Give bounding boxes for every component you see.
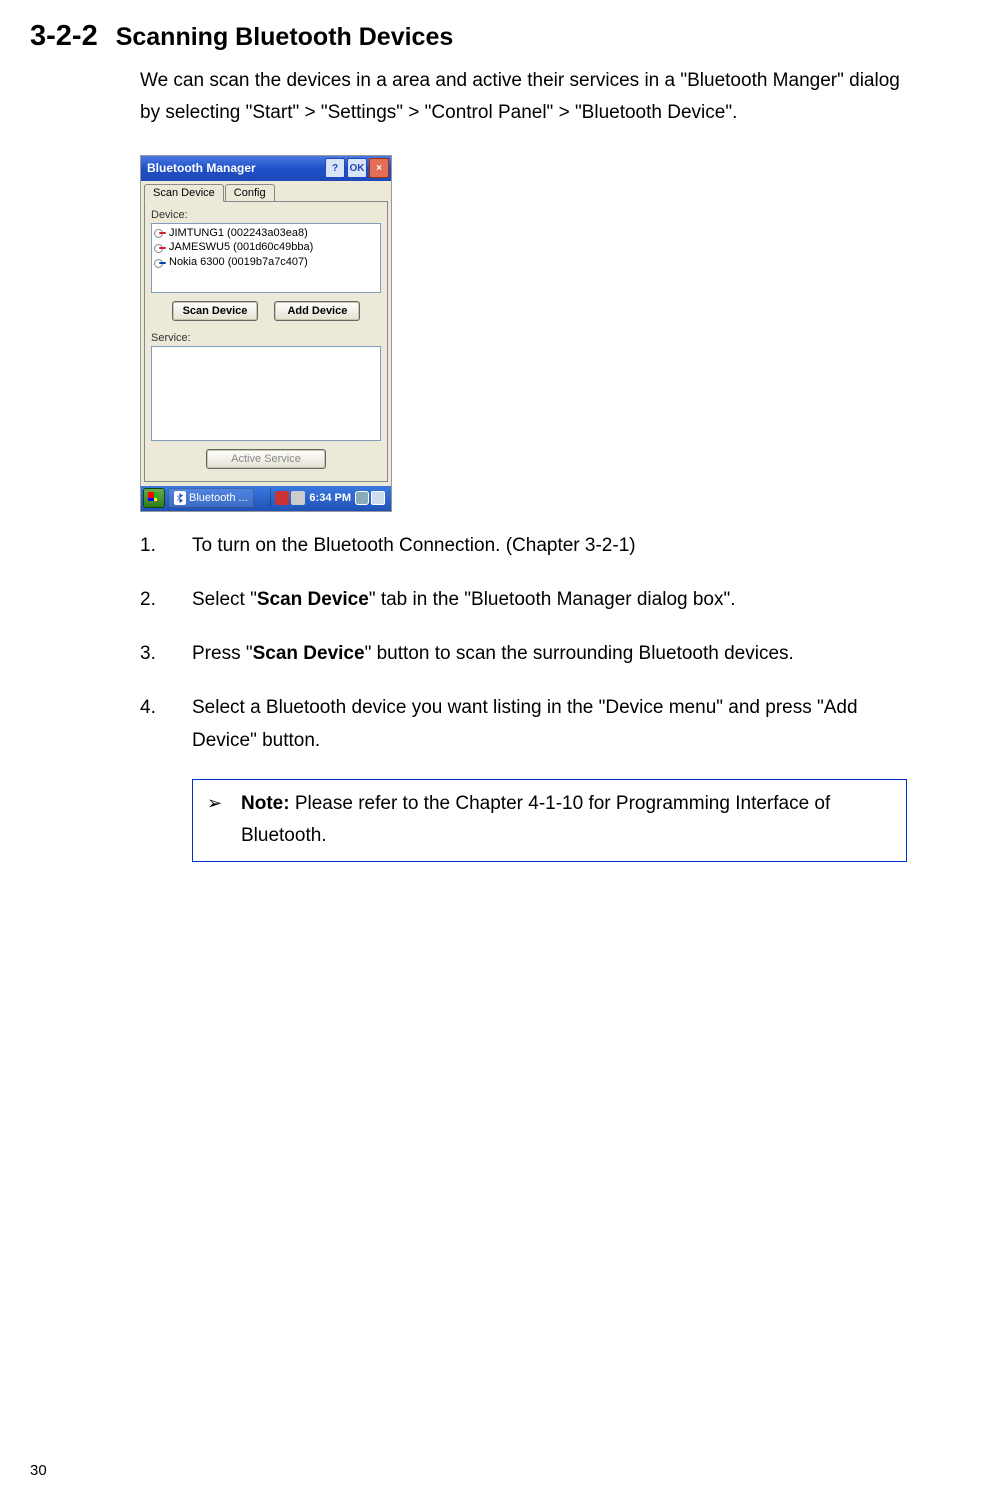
section-title: Scanning Bluetooth Devices bbox=[116, 23, 454, 52]
tab-config[interactable]: Config bbox=[225, 184, 275, 202]
note-text: Note: Please refer to the Chapter 4-1-10… bbox=[241, 788, 892, 853]
device-pc-icon bbox=[154, 243, 166, 253]
device-pc-icon bbox=[154, 228, 166, 238]
taskbar-item-bluetooth[interactable]: Bluetooth ... bbox=[168, 488, 254, 508]
window-titlebar: Bluetooth Manager ? OK × bbox=[141, 156, 391, 181]
step-text: Press "Scan Device" button to scan the s… bbox=[192, 638, 907, 670]
tray-icon[interactable] bbox=[291, 491, 305, 505]
step-item: 2. Select "Scan Device" tab in the "Blue… bbox=[140, 584, 907, 616]
device-list-item[interactable]: JAMESWU5 (001d60c49bba) bbox=[154, 240, 378, 255]
step-item: 3. Press "Scan Device" button to scan th… bbox=[140, 638, 907, 670]
device-phone-icon bbox=[154, 258, 166, 268]
tray-balloon-icon[interactable] bbox=[355, 491, 369, 505]
device-list-item[interactable]: JIMTUNG1 (002243a03ea8) bbox=[154, 226, 378, 241]
device-item-text: JAMESWU5 (001d60c49bba) bbox=[169, 240, 313, 255]
tray-clock: 6:34 PM bbox=[309, 492, 351, 504]
tab-scan-device[interactable]: Scan Device bbox=[144, 184, 224, 202]
ok-button[interactable]: OK bbox=[347, 158, 367, 178]
bluetooth-manager-screenshot: Bluetooth Manager ? OK × Scan Device Con… bbox=[140, 155, 392, 512]
tray-icon[interactable] bbox=[275, 491, 289, 505]
note-bullet-icon: ➢ bbox=[207, 788, 241, 853]
step-text: Select a Bluetooth device you want listi… bbox=[192, 692, 907, 757]
device-label: Device: bbox=[151, 209, 381, 221]
note-box: ➢ Note: Please refer to the Chapter 4-1-… bbox=[192, 779, 907, 862]
device-item-text: JIMTUNG1 (002243a03ea8) bbox=[169, 226, 308, 241]
taskbar: Bluetooth ... 6:34 PM bbox=[141, 486, 391, 511]
step-item: 4. Select a Bluetooth device you want li… bbox=[140, 692, 907, 757]
device-item-text: Nokia 6300 (0019b7a7c407) bbox=[169, 255, 308, 270]
intro-paragraph: We can scan the devices in a area and ac… bbox=[140, 65, 907, 130]
step-number: 4. bbox=[140, 692, 192, 757]
step-item: 1. To turn on the Bluetooth Connection. … bbox=[140, 530, 907, 562]
tray-separator bbox=[270, 489, 271, 507]
windows-flag-icon bbox=[148, 492, 160, 504]
start-button[interactable] bbox=[143, 488, 165, 508]
device-listbox[interactable]: JIMTUNG1 (002243a03ea8) JAMESWU5 (001d60… bbox=[151, 223, 381, 293]
system-tray: 6:34 PM bbox=[264, 486, 389, 511]
device-list-item[interactable]: Nokia 6300 (0019b7a7c407) bbox=[154, 255, 378, 270]
service-listbox[interactable] bbox=[151, 346, 381, 441]
service-label: Service: bbox=[151, 332, 381, 344]
bluetooth-icon bbox=[174, 491, 186, 505]
help-button[interactable]: ? bbox=[325, 158, 345, 178]
window-title: Bluetooth Manager bbox=[147, 161, 323, 175]
page-number: 30 bbox=[30, 1462, 47, 1479]
taskbar-item-label: Bluetooth ... bbox=[189, 492, 248, 504]
step-number: 1. bbox=[140, 530, 192, 562]
scan-device-button[interactable]: Scan Device bbox=[172, 301, 259, 321]
add-device-button[interactable]: Add Device bbox=[274, 301, 360, 321]
active-service-button[interactable]: Active Service bbox=[206, 449, 326, 469]
step-text: To turn on the Bluetooth Connection. (Ch… bbox=[192, 530, 907, 562]
section-number: 3-2-2 bbox=[30, 20, 98, 53]
tray-keyboard-icon[interactable] bbox=[371, 491, 385, 505]
step-number: 2. bbox=[140, 584, 192, 616]
close-button[interactable]: × bbox=[369, 158, 389, 178]
step-text: Select "Scan Device" tab in the "Bluetoo… bbox=[192, 584, 907, 616]
step-number: 3. bbox=[140, 638, 192, 670]
